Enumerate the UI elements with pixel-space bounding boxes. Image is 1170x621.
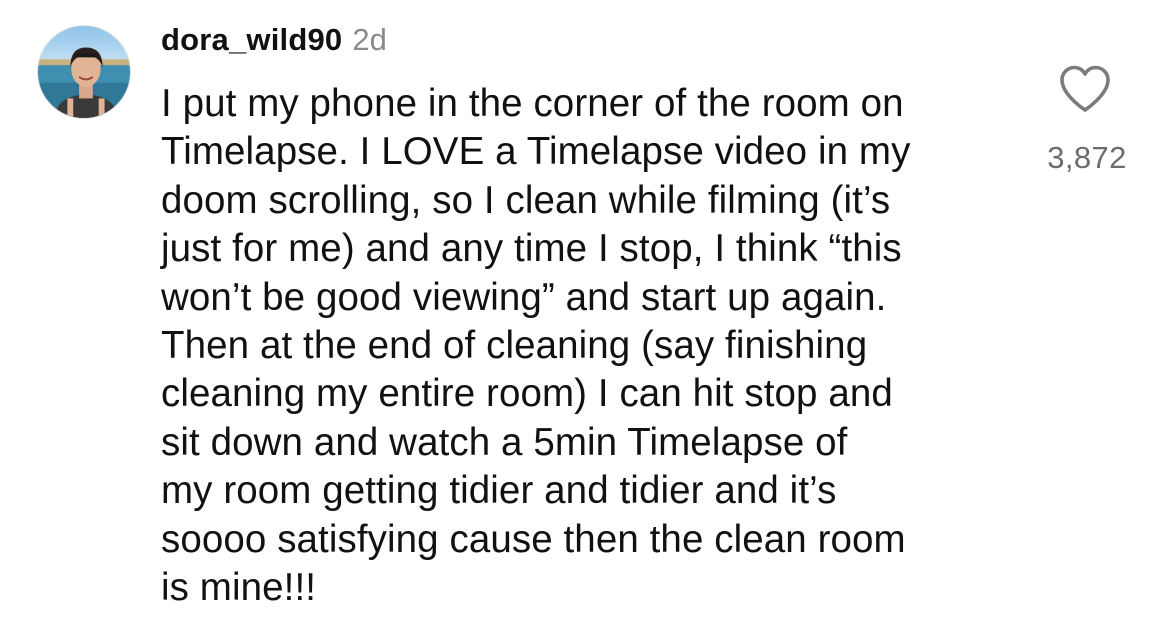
comment-text-line: sit down and watch a 5min Timelapse of [161, 420, 848, 464]
comment-text-line: won’t be good viewing” and start up agai… [161, 275, 887, 319]
like-button[interactable] [1058, 64, 1112, 114]
like-count: 3,872 [1047, 140, 1127, 175]
comment-item: dora_wild90 2d I put my phone in the cor… [0, 0, 1170, 621]
comment-text-line: Then at the end of cleaning (say finishi… [161, 323, 868, 367]
comment-text: I put my phone in the corner of the room… [161, 80, 1041, 612]
comment-timestamp: 2d [352, 22, 387, 57]
comment-text-line: I put my phone in the corner of the room… [161, 82, 904, 125]
username-link[interactable]: dora_wild90 [161, 22, 342, 58]
comment-text-line: just for me) and any time I stop, I thin… [161, 227, 902, 271]
comment-text-line: my room getting tidier and tidier and it… [161, 469, 837, 513]
comment-text-line: is mine!!! [161, 565, 317, 609]
comment-text-line: doom scrolling, so I clean while filming… [161, 178, 891, 222]
avatar-image [38, 26, 130, 118]
comment-header: dora_wild90 2d [161, 22, 387, 62]
comment-text-line: cleaning my entire room) I can hit stop … [161, 372, 893, 416]
comment-text-line: Timelapse. I LOVE a Timelapse video in m… [161, 130, 911, 174]
comment-text-line: soooo satisfying cause then the clean ro… [161, 517, 906, 561]
avatar[interactable] [37, 25, 131, 119]
heart-outline-icon [1060, 65, 1110, 112]
